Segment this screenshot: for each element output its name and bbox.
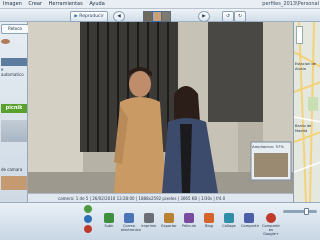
rotate-left-button[interactable]: ↺: [222, 11, 234, 22]
share-button[interactable]: Compartir: [241, 213, 260, 239]
blog-label: Blog: [205, 224, 213, 228]
google-plus-icon: [266, 213, 276, 223]
menu-ayuda[interactable]: Ayuda: [87, 0, 106, 9]
photo-viewer[interactable]: Ampliacion: 57%: [28, 22, 293, 193]
share-label: Compartir: [241, 224, 260, 228]
print-button[interactable]: Imprimir: [141, 213, 157, 239]
print-icon: [144, 213, 154, 223]
retoca-label: Retoca: [8, 26, 22, 31]
print-label: Imprimir: [141, 224, 157, 228]
play-button[interactable]: ▶ Reproducir: [70, 11, 108, 22]
google-plus-share-button[interactable]: Compartir en Google+: [261, 213, 281, 239]
rotate-button[interactable]: [84, 215, 92, 223]
rotate-left-icon: ↺: [226, 14, 230, 19]
arrow-left-icon: ◀: [117, 14, 121, 19]
movie-icon: [184, 213, 194, 223]
export-label: Exportar: [161, 224, 177, 228]
star-button[interactable]: [84, 205, 92, 213]
collage-label: Collage: [222, 224, 236, 228]
google-plus-label: Compartir en Google+: [261, 224, 281, 236]
auto-fix-thumbnail[interactable]: [1, 58, 27, 66]
export-button[interactable]: Exportar: [161, 213, 177, 239]
map-label: Estacion de: [295, 62, 316, 66]
upload-icon: [104, 213, 114, 223]
share-icon: [244, 213, 254, 223]
collage-button[interactable]: Collage: [221, 213, 237, 239]
email-label: Correo electronico: [121, 224, 141, 232]
zoom-caption: Ampliacion: 57%: [252, 144, 284, 149]
previous-button[interactable]: ◀: [113, 11, 125, 22]
email-button[interactable]: Correo electronico: [121, 213, 141, 239]
play-icon: ▶: [74, 14, 78, 19]
blog-button[interactable]: Blog: [201, 213, 217, 239]
menu-imagen[interactable]: Imagen: [1, 0, 24, 9]
blog-icon: [204, 213, 214, 223]
menu-herramientas[interactable]: Herramientas: [47, 0, 85, 9]
map-panel[interactable]: Estacion de Alcala Barrio de Madrid: [293, 22, 320, 202]
delete-button[interactable]: [84, 225, 92, 233]
window-title: perfiles_2013\Personal: [262, 1, 319, 7]
thumbnail-next[interactable]: [161, 11, 171, 22]
upload-button[interactable]: Subir: [101, 213, 117, 239]
edit-preview: [1, 120, 27, 142]
collage-icon: [224, 213, 234, 223]
next-button[interactable]: ▶: [198, 11, 210, 22]
camera-label: de camara: [1, 167, 23, 172]
map-image: [294, 22, 320, 202]
camera-thumbnail[interactable]: [1, 176, 27, 190]
rotate-right-button[interactable]: ↻: [234, 11, 246, 22]
email-icon: [124, 213, 134, 223]
menu-crear[interactable]: Crear: [26, 0, 44, 9]
retoca-button[interactable]: Retoca: [1, 24, 29, 34]
photo-image: [28, 22, 293, 193]
zoom-slider[interactable]: [283, 210, 317, 213]
arrow-right-icon: ▶: [202, 14, 206, 19]
auto-fix-label: e automatico: [1, 67, 24, 77]
picnik-label: picnik: [5, 105, 23, 111]
map-label: Madrid: [295, 129, 308, 133]
export-icon: [164, 213, 174, 223]
map-label: Alcala: [295, 67, 306, 71]
picnik-button[interactable]: picnik: [1, 104, 27, 113]
toolbar: ▶ Reproducir ◀ ▶ ↺ ↻: [0, 9, 320, 22]
photo-info-bar: camera: 1 de 5 | 26/02/2010 13:28:00 | 1…: [28, 193, 293, 202]
zoom-slider-handle[interactable]: [304, 208, 309, 215]
movie-button[interactable]: Pelicula: [181, 213, 197, 239]
movie-label: Pelicula: [182, 224, 196, 228]
eye-tool[interactable]: [1, 38, 27, 46]
action-bar: Subir Correo electronico Imprimir Export…: [0, 202, 320, 240]
eye-icon: [1, 39, 10, 44]
menu-bar: Imagen Crear Herramientas Ayuda perfiles…: [0, 0, 320, 9]
rotate-right-icon: ↻: [238, 14, 242, 19]
left-edit-panel: Retoca e automatico picnik de camara: [0, 22, 29, 202]
map-label: Barrio de: [295, 124, 312, 128]
play-label: Reproducir: [79, 14, 104, 19]
map-zoom-control[interactable]: [296, 26, 303, 44]
photo-info-text: camera: 1 de 5 | 26/02/2010 13:28:00 | 1…: [58, 196, 226, 201]
upload-label: Subir: [104, 224, 114, 228]
